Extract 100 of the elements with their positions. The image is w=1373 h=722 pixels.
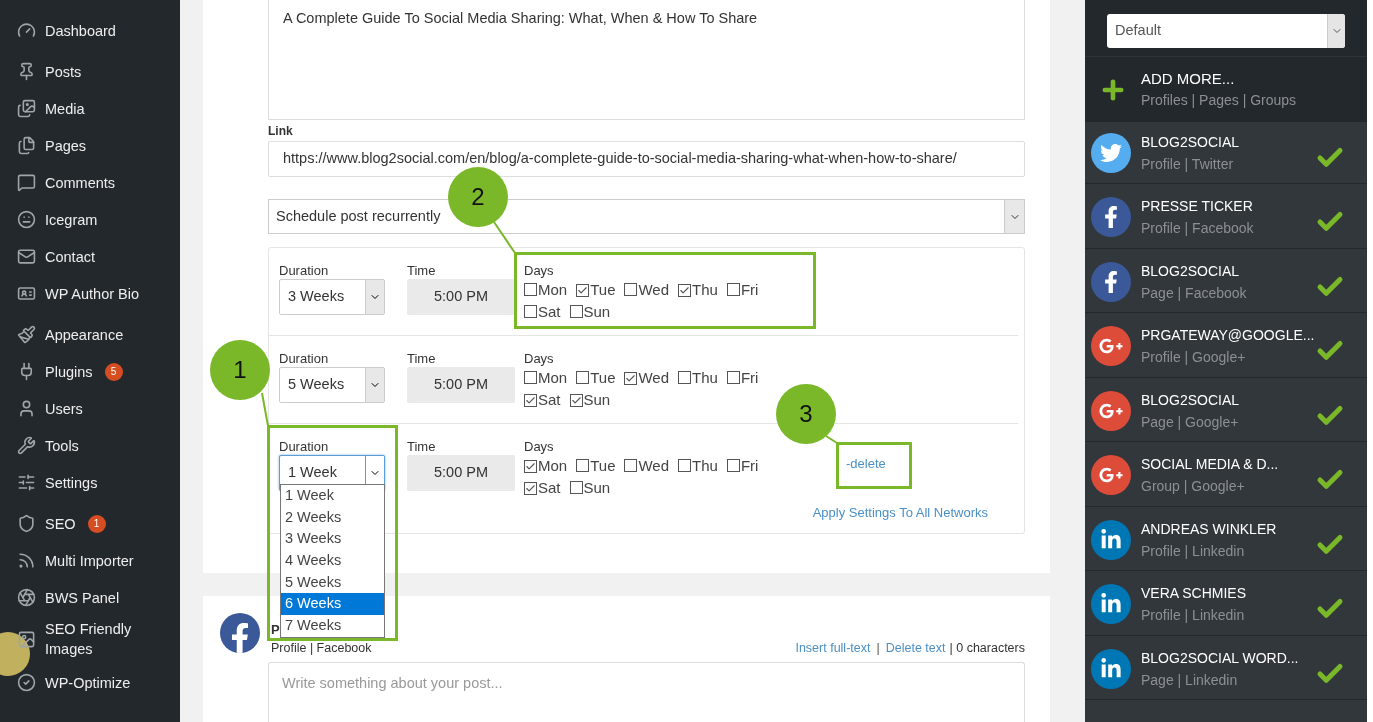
sidebar-item[interactable]: SEO Friendly Images bbox=[0, 616, 180, 662]
checkbox[interactable] bbox=[576, 284, 590, 297]
checkbox[interactable] bbox=[678, 371, 692, 384]
sidebar-item[interactable]: Tools bbox=[0, 427, 180, 464]
dashboard-icon bbox=[17, 21, 36, 40]
delete-text-link[interactable]: Delete text bbox=[885, 639, 946, 658]
network-subtitle: Profile | Linkedin bbox=[1141, 606, 1246, 625]
dropdown-option[interactable]: 6 Weeks bbox=[281, 593, 384, 616]
duration-select[interactable]: 3 Weeks bbox=[279, 279, 385, 315]
sidebar-item[interactable]: WP Author Bio bbox=[0, 275, 180, 312]
day-label: Sat bbox=[538, 479, 561, 496]
mail-icon bbox=[17, 247, 36, 266]
duration-select[interactable]: 5 Weeks bbox=[279, 367, 385, 403]
day-label: Wed bbox=[638, 281, 670, 298]
dropdown-option[interactable]: 4 Weeks bbox=[281, 550, 384, 572]
field-label: Duration bbox=[279, 438, 330, 455]
profile-name: P bbox=[271, 621, 280, 639]
sidebar-item[interactable]: Plugins 5 bbox=[0, 353, 180, 390]
sidebar-item[interactable]: Posts bbox=[0, 53, 180, 90]
day-label: Wed bbox=[638, 369, 670, 386]
network-name: ANDREAS WINKLER bbox=[1141, 519, 1278, 539]
leader-line bbox=[493, 221, 516, 254]
field-label: Time bbox=[407, 438, 437, 455]
checkbox[interactable] bbox=[524, 283, 537, 296]
checkbox[interactable] bbox=[576, 459, 590, 472]
field-label: Duration bbox=[279, 262, 330, 279]
add-more-item[interactable]: ADD MORE... Profiles | Pages | Groups bbox=[1085, 56, 1367, 122]
pin-icon bbox=[17, 62, 36, 81]
sidebar-item[interactable]: Appearance bbox=[0, 316, 180, 353]
sidebar-item[interactable]: Media bbox=[0, 90, 180, 127]
field-label: Days bbox=[524, 438, 555, 455]
dropdown-option[interactable]: 5 Weeks bbox=[281, 571, 384, 594]
checkbox[interactable] bbox=[624, 283, 638, 296]
day-label: Wed bbox=[638, 457, 670, 474]
sidebar-item[interactable]: Contact bbox=[0, 238, 180, 275]
checkbox[interactable] bbox=[569, 394, 583, 407]
day-label: Mon bbox=[538, 457, 568, 474]
dropdown-option[interactable]: 7 Weeks bbox=[281, 615, 384, 637]
day-label: Sat bbox=[538, 303, 561, 320]
checkbox[interactable] bbox=[726, 371, 740, 384]
delete-link[interactable]: -delete bbox=[846, 454, 886, 474]
sidebar-item[interactable]: Settings bbox=[0, 464, 180, 501]
link-field[interactable]: https://www.blog2social.com/en/blog/a-complete-guide-to-social-media-sharing-what-when-how-to-share/ bbox=[268, 141, 1025, 177]
sidebar-item[interactable]: Comments bbox=[0, 164, 180, 201]
checkbox[interactable] bbox=[524, 394, 537, 407]
comment-icon bbox=[17, 173, 36, 192]
checkbox[interactable] bbox=[624, 459, 638, 472]
count-badge: 1 bbox=[87, 514, 106, 533]
sidebar-item[interactable]: Dashboard bbox=[0, 12, 180, 49]
network-subtitle: Group | Google+ bbox=[1141, 477, 1246, 496]
sidebar-item[interactable]: WP-Optimize bbox=[0, 664, 180, 701]
time-field[interactable]: 5:00 PM bbox=[407, 279, 515, 315]
network-subtitle: Profile | Facebook bbox=[1141, 219, 1255, 238]
time-field[interactable]: 5:00 PM bbox=[407, 455, 515, 491]
field-label: Days bbox=[524, 350, 555, 367]
post-text-area[interactable]: A Complete Guide To Social Media Sharing: What, When & How To Share bbox=[268, 0, 1025, 120]
field-label: Time bbox=[407, 350, 437, 367]
checkbox[interactable] bbox=[569, 481, 583, 494]
sidebar-item[interactable]: Users bbox=[0, 390, 180, 427]
id-card-icon bbox=[17, 284, 36, 303]
profile-subtitle: Profile | Facebook bbox=[271, 640, 373, 657]
checkbox[interactable] bbox=[726, 283, 740, 296]
checkbox[interactable] bbox=[678, 459, 692, 472]
checkbox[interactable] bbox=[524, 305, 537, 318]
network-name: BLOG2SOCIAL bbox=[1141, 261, 1241, 281]
time-field[interactable]: 5:00 PM bbox=[407, 367, 515, 403]
checkbox[interactable] bbox=[678, 284, 692, 297]
network-subtitle: Page | Linkedin bbox=[1141, 670, 1239, 690]
checkbox[interactable] bbox=[576, 371, 590, 384]
separator-text: | bbox=[876, 640, 880, 657]
network-name: BLOG2SOCIAL bbox=[1141, 132, 1241, 152]
checkbox[interactable] bbox=[524, 460, 537, 473]
sidebar-item[interactable]: Multi Importer bbox=[0, 542, 180, 579]
profile-select[interactable]: Default bbox=[1107, 14, 1345, 48]
day-label: Thu bbox=[692, 281, 718, 298]
count-badge: 5 bbox=[104, 362, 123, 381]
sidebar-item[interactable]: SEO 1 bbox=[0, 505, 180, 542]
checkbox[interactable] bbox=[524, 482, 537, 495]
day-label: Tue bbox=[590, 281, 616, 298]
media-icon bbox=[17, 99, 36, 118]
sidebar-item[interactable]: Icegram bbox=[0, 201, 180, 238]
day-label: Fri bbox=[740, 369, 759, 386]
character-count: | 0 characters bbox=[949, 640, 1025, 657]
sidebar-item[interactable]: Pages bbox=[0, 127, 180, 164]
dropdown-option[interactable]: 2 Weeks bbox=[281, 506, 384, 529]
sidebar-item[interactable]: BWS Panel bbox=[0, 579, 180, 616]
day-label: Sun bbox=[583, 391, 611, 408]
insert-text-link[interactable]: Insert full-text bbox=[795, 639, 871, 658]
checkbox[interactable] bbox=[726, 459, 740, 472]
checkbox[interactable] bbox=[569, 305, 583, 318]
checkbox[interactable] bbox=[524, 371, 537, 384]
dropdown-option[interactable]: 3 Weeks bbox=[281, 528, 384, 551]
linkedin-icon bbox=[1100, 593, 1122, 615]
field-label: Days bbox=[524, 262, 555, 279]
apply-settings-link[interactable]: Apply Settings To All Networks bbox=[812, 503, 988, 523]
checkbox[interactable] bbox=[624, 372, 638, 385]
field-label: Link bbox=[268, 123, 294, 139]
network-name: SOCIAL MEDIA & D... bbox=[1141, 455, 1280, 474]
network-subtitle: Profile | Google+ bbox=[1141, 348, 1247, 367]
network-name: PRGATEWAY@GOOGLE... bbox=[1141, 326, 1316, 345]
